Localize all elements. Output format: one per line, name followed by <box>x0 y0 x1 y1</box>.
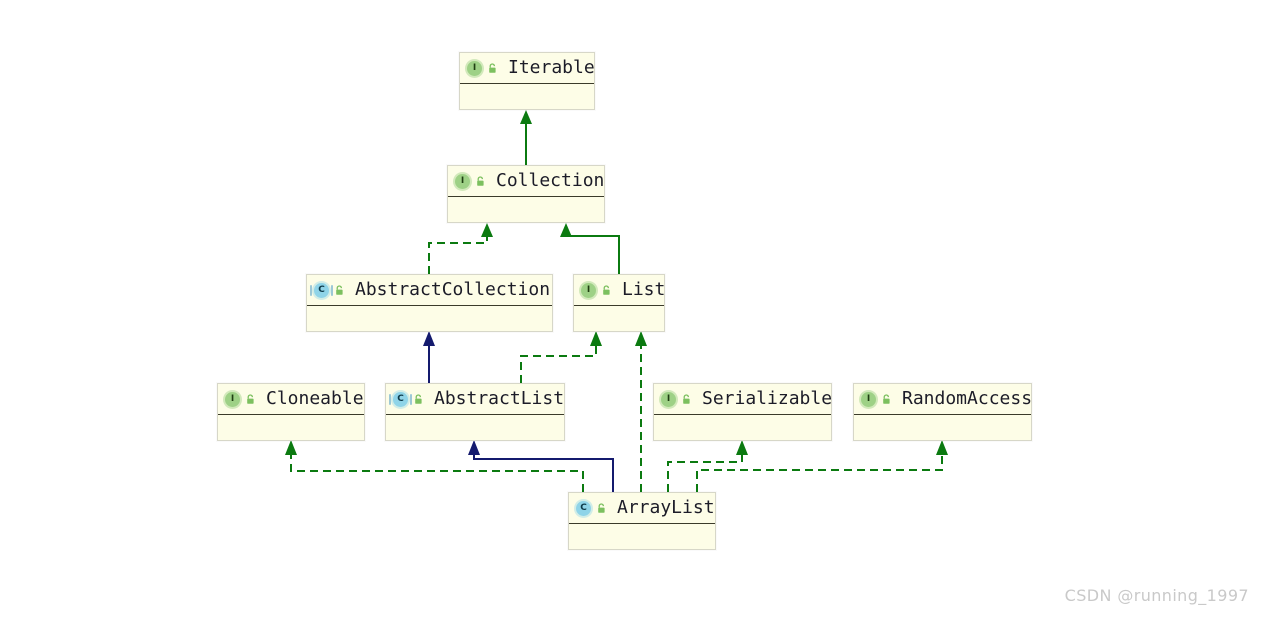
node-members <box>386 415 564 440</box>
uml-node-randomaccess[interactable]: I RandomAccess <box>853 383 1032 441</box>
edge-abstractcollection-to-collection <box>428 223 493 274</box>
class-icon: C <box>389 391 412 407</box>
uml-node-collection[interactable]: I Collection <box>447 165 605 223</box>
edge-arraylist-to-cloneable <box>285 440 584 492</box>
node-members <box>218 415 364 440</box>
edge-list-to-collection <box>560 223 620 274</box>
interface-icon: I <box>467 60 482 76</box>
node-title: ArrayList <box>617 497 715 518</box>
node-members <box>574 306 664 331</box>
node-members <box>854 415 1031 440</box>
node-members <box>654 415 831 440</box>
node-header: C ArrayList <box>569 493 715 524</box>
class-icon: C <box>310 282 333 298</box>
node-title: Serializable <box>702 388 833 409</box>
lock-icon <box>477 175 484 186</box>
lock-icon <box>683 393 690 404</box>
lock-icon <box>883 393 890 404</box>
edge-collection-to-iterable <box>520 110 532 165</box>
edge-arraylist-to-list <box>635 331 647 492</box>
lock-icon <box>336 284 343 295</box>
lock-icon <box>489 62 496 73</box>
interface-icon: I <box>861 391 876 407</box>
edge-arraylist-to-abstractlist <box>468 440 614 492</box>
node-members <box>569 524 715 549</box>
edge-abstractlist-to-abstractcollection <box>423 331 435 383</box>
node-header: C AbstractList <box>386 384 564 415</box>
uml-node-list[interactable]: I List <box>573 274 665 332</box>
interface-icon: I <box>225 391 240 407</box>
node-title: Iterable <box>508 57 595 78</box>
node-header: I List <box>574 275 666 306</box>
lock-icon <box>598 502 605 513</box>
node-title: AbstractCollection <box>355 279 551 300</box>
node-header: C AbstractCollection <box>307 275 552 306</box>
uml-node-iterable[interactable]: I Iterable <box>459 52 595 110</box>
node-title: AbstractList <box>434 388 565 409</box>
node-title: List <box>622 279 666 300</box>
node-header: I Collection <box>448 166 604 197</box>
interface-icon: I <box>581 282 596 298</box>
watermark: CSDN @running_1997 <box>1064 586 1249 605</box>
node-header: I Cloneable <box>218 384 364 415</box>
uml-node-cloneable[interactable]: I Cloneable <box>217 383 365 441</box>
lock-icon <box>247 393 254 404</box>
node-title: Collection <box>496 170 605 191</box>
interface-icon: I <box>455 173 470 189</box>
edge-arraylist-to-randomaccess <box>696 440 948 492</box>
lock-icon <box>603 284 610 295</box>
uml-node-arraylist[interactable]: C ArrayList <box>568 492 716 550</box>
interface-icon: I <box>661 391 676 407</box>
uml-class-diagram: I Iterable I Collection C AbstractCollec… <box>0 0 1265 617</box>
node-members <box>307 306 552 331</box>
node-title: Cloneable <box>266 388 364 409</box>
uml-node-abstractlist[interactable]: C AbstractList <box>385 383 565 441</box>
uml-node-abstractcollection[interactable]: C AbstractCollection <box>306 274 553 332</box>
edge-arraylist-to-serializable <box>667 440 748 492</box>
node-header: I RandomAccess <box>854 384 1033 415</box>
node-header: I Iterable <box>460 53 595 84</box>
edge-abstractlist-to-list <box>520 331 602 383</box>
node-members <box>448 197 604 222</box>
node-title: RandomAccess <box>902 388 1033 409</box>
class-icon: C <box>576 500 591 516</box>
node-members <box>460 84 594 109</box>
lock-icon <box>415 393 422 404</box>
node-header: I Serializable <box>654 384 833 415</box>
uml-node-serializable[interactable]: I Serializable <box>653 383 832 441</box>
